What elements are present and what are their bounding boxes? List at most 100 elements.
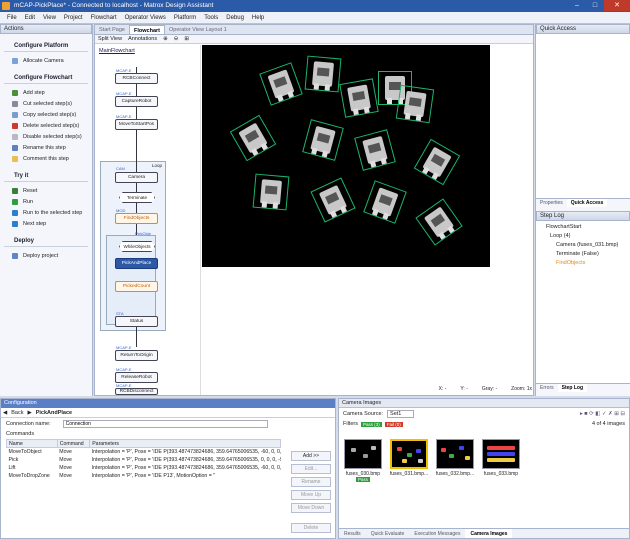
menu-operator-views[interactable]: Operator Views	[121, 15, 170, 21]
step-terminate[interactable]: Terminate	[119, 192, 155, 203]
filters-label: Filters	[343, 421, 358, 427]
flowchart-title[interactable]: MainFlowchart	[99, 48, 135, 54]
commands-label: Commands	[6, 431, 35, 437]
split-view-button[interactable]: Split View	[98, 36, 122, 42]
menu-tools[interactable]: Tools	[200, 15, 222, 21]
camera-source-select[interactable]: Set1	[387, 409, 415, 418]
next-step-icon	[12, 220, 18, 227]
log-item[interactable]: FindObjects	[542, 259, 630, 268]
zoom-in-icon[interactable]: ⊕	[163, 36, 168, 42]
disable-icon	[12, 133, 18, 140]
commands-table: Name Command Parameters MoveToObject Move…	[6, 439, 281, 480]
thumbnail[interactable]: fuses_032.bmp...	[435, 439, 475, 483]
step-status[interactable]: Status	[115, 316, 158, 327]
thumbnail-selected[interactable]: fuses_031.bmp...	[389, 439, 429, 483]
thumbnail[interactable]: fuses_030.bmp Pass	[343, 439, 383, 483]
back-button[interactable]: Back	[11, 410, 23, 416]
menu-view[interactable]: View	[39, 15, 60, 21]
step-camera[interactable]: Camera	[115, 172, 158, 183]
fuse-detection	[252, 173, 290, 211]
log-item[interactable]: FlowchartStart	[542, 223, 630, 232]
fuse-detection	[304, 55, 342, 93]
copy-icon	[12, 111, 18, 118]
tab-start-page[interactable]: Start Page	[95, 25, 129, 34]
tab-properties[interactable]: Properties	[536, 199, 567, 207]
action-cut[interactable]: Cut selected step(s)	[0, 98, 92, 109]
back-icon[interactable]: ◀	[3, 410, 7, 416]
move-down-button[interactable]: Move Down	[291, 503, 331, 513]
step-release-robot[interactable]: ReleaseRobot	[115, 372, 158, 383]
step-tag: PickObje	[135, 231, 152, 236]
fit-icon[interactable]: ⊞	[184, 36, 189, 42]
action-add-step[interactable]: Add step	[0, 87, 92, 98]
menu-file[interactable]: File	[3, 15, 21, 21]
step-find-objects[interactable]: FindObjects	[115, 213, 158, 224]
tab-quick-evaluate[interactable]: Quick Evaluate	[366, 529, 410, 538]
delete-command-button[interactable]: Delete	[291, 523, 331, 533]
tab-step-log[interactable]: Step Log	[557, 384, 588, 392]
close-button[interactable]: ✕	[604, 0, 630, 11]
forward-icon[interactable]: ▶	[27, 410, 31, 416]
action-next-step[interactable]: Next step	[0, 218, 92, 229]
col-parameters[interactable]: Parameters	[89, 439, 281, 448]
action-comment[interactable]: Comment this step	[0, 153, 92, 164]
tab-operator-view[interactable]: Operator View Layout 1	[165, 25, 231, 34]
menu-edit[interactable]: Edit	[21, 15, 39, 21]
connection-name-input[interactable]	[62, 419, 268, 428]
step-picked-count[interactable]: PickedCount	[115, 281, 158, 292]
camera-image-view[interactable]	[202, 45, 490, 267]
table-row[interactable]: Lift Move Interpolation = 'P', Pose = 'IDE…	[7, 464, 281, 472]
menu-debug[interactable]: Debug	[222, 15, 248, 21]
pass-filter[interactable]: Pass (3)	[360, 421, 382, 427]
section-deploy: Deploy	[4, 235, 88, 247]
menu-project[interactable]: Project	[60, 15, 87, 21]
log-item[interactable]: Loop (4)	[542, 232, 630, 241]
tab-flowchart[interactable]: Flowchart	[129, 25, 165, 34]
step-move-to-start[interactable]: MoveToStartPos	[115, 119, 158, 130]
tab-camera-images[interactable]: Camera Images	[465, 529, 513, 538]
table-row[interactable]: MoveToObject Move Interpolation = 'P', Pos…	[7, 448, 281, 456]
tab-quick-access[interactable]: Quick Access	[566, 199, 608, 207]
table-row[interactable]: MoveToDropZone Move Interpolation = 'P', P…	[7, 472, 281, 480]
table-row[interactable]: Pick Move Interpolation = 'P', Pose = 'IDE…	[7, 456, 281, 464]
step-while-objects[interactable]: WhileObjects	[119, 241, 155, 252]
action-copy[interactable]: Copy selected step(s)	[0, 109, 92, 120]
col-name[interactable]: Name	[6, 439, 58, 448]
window-title: mCAP-PickPlace* - Connected to localhost…	[14, 2, 214, 9]
action-run-to-selected[interactable]: Run to the selected step	[0, 207, 92, 218]
maximize-button[interactable]: □	[586, 0, 604, 11]
move-up-button[interactable]: Move Up	[291, 490, 331, 500]
tab-errors[interactable]: Errors	[536, 384, 558, 392]
action-rename[interactable]: Rename this step	[0, 142, 92, 153]
step-return-to-origin[interactable]: ReturnToOrigin	[115, 350, 158, 361]
zoom-out-icon[interactable]: ⊖	[174, 36, 179, 42]
step-rcbdisconnect[interactable]: RCBDisconnect	[115, 388, 158, 395]
minimize-button[interactable]: –	[568, 0, 586, 11]
tab-results[interactable]: Results	[339, 529, 366, 538]
action-reset[interactable]: Reset	[0, 185, 92, 196]
configuration-title: Configuration	[1, 399, 335, 408]
toolbar-icons: ▸ ■ ⟳ ◧ ✓ ✗ ⊞ ⊟	[579, 410, 625, 417]
step-pick-and-place[interactable]: PickAndPlace	[115, 258, 158, 269]
fail-filter[interactable]: Fail (0)	[384, 421, 403, 427]
rename-command-button[interactable]: Rename	[291, 477, 331, 487]
step-capture-robot[interactable]: CaptureRobot	[115, 96, 158, 107]
action-delete[interactable]: Delete selected step(s)	[0, 120, 92, 131]
log-item[interactable]: Camera (fuses_031.bmp)	[542, 241, 630, 250]
action-allocate-camera[interactable]: Allocate Camera	[0, 55, 92, 66]
tab-execution-messages[interactable]: Execution Messages	[409, 529, 465, 538]
action-run[interactable]: Run	[0, 196, 92, 207]
add-command-button[interactable]: Add >>	[291, 451, 331, 461]
menu-help[interactable]: Help	[248, 15, 268, 21]
annotations-button[interactable]: Annotations	[128, 36, 157, 42]
menu-platform[interactable]: Platform	[170, 15, 200, 21]
action-disable[interactable]: Disable selected step(s)	[0, 131, 92, 142]
action-deploy-project[interactable]: Deploy project	[0, 250, 92, 261]
thumbnail[interactable]: fuses_033.bmp	[481, 439, 521, 483]
log-item[interactable]: Terminate (False)	[542, 250, 630, 259]
menu-flowchart[interactable]: Flowchart	[87, 15, 121, 21]
col-command[interactable]: Command	[56, 439, 91, 448]
fuse-detection	[259, 62, 303, 106]
edit-command-button[interactable]: Edit...	[291, 464, 331, 474]
step-rcbconnect[interactable]: RCBConnect	[115, 73, 158, 84]
